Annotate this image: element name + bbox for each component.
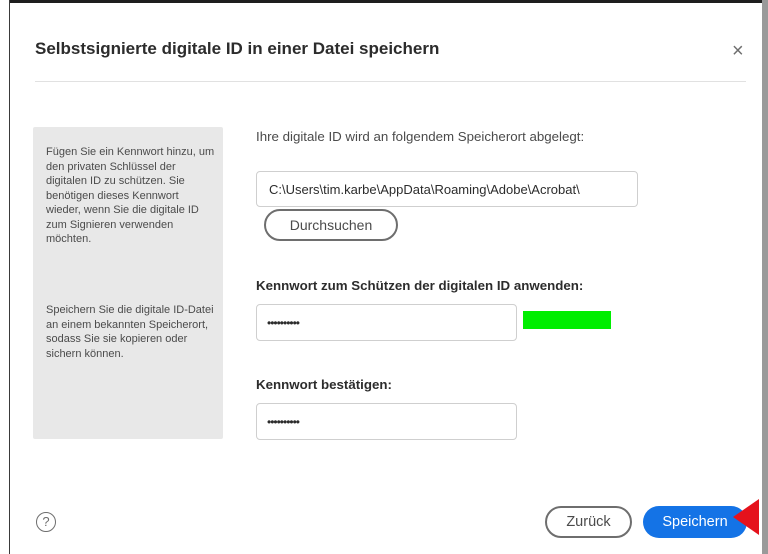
- help-icon[interactable]: ?: [36, 512, 56, 532]
- title-divider: [35, 81, 746, 82]
- storage-path-field[interactable]: C:\Users\tim.karbe\AppData\Roaming\Adobe…: [256, 171, 638, 207]
- window-right-edge: [762, 0, 768, 554]
- save-digital-id-dialog: Selbstsignierte digitale ID in einer Dat…: [10, 3, 762, 554]
- dialog-title: Selbstsignierte digitale ID in einer Dat…: [35, 39, 440, 58]
- confirm-password-label: Kennwort bestätigen:: [256, 377, 392, 392]
- close-icon[interactable]: ×: [732, 41, 744, 61]
- annotation-arrow-icon: [733, 499, 759, 535]
- save-button[interactable]: Speichern: [643, 506, 747, 538]
- password-field[interactable]: [256, 304, 517, 341]
- info-panel: Fügen Sie ein Kennwort hinzu, um den pri…: [33, 127, 223, 439]
- password-strength-indicator: [523, 311, 611, 329]
- info-paragraph-location: Speichern Sie die digitale ID-Datei an e…: [46, 304, 214, 360]
- storage-location-label: Ihre digitale ID wird an folgendem Speic…: [256, 129, 585, 144]
- info-paragraph-password: Fügen Sie ein Kennwort hinzu, um den pri…: [46, 146, 215, 245]
- back-button[interactable]: Zurück: [545, 506, 632, 538]
- password-label: Kennwort zum Schützen der digitalen ID a…: [256, 278, 584, 293]
- window-left-edge: [0, 0, 10, 554]
- confirm-password-field[interactable]: [256, 403, 517, 440]
- browse-button[interactable]: Durchsuchen: [264, 209, 398, 241]
